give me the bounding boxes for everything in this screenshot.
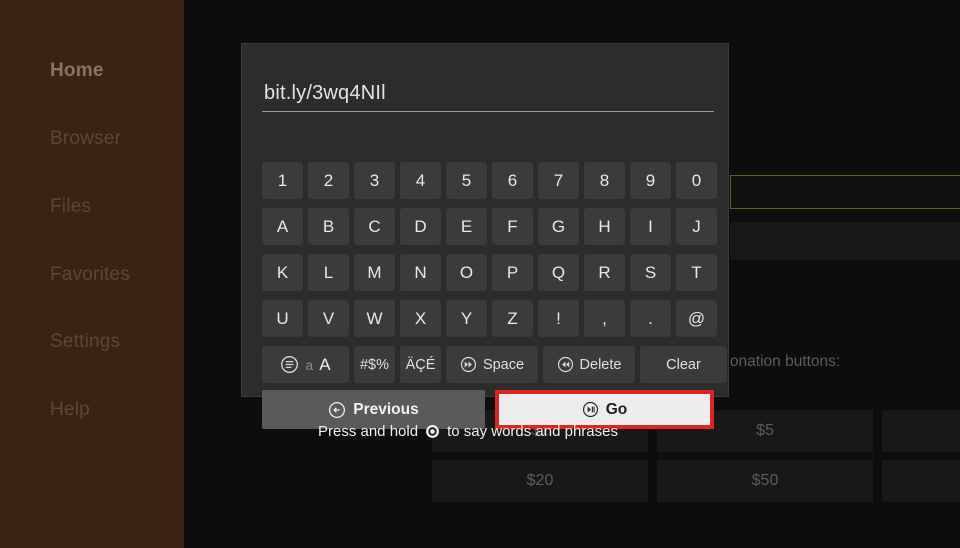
- key-symbols[interactable]: #$%: [354, 346, 395, 383]
- key-space-label: Space: [482, 356, 525, 373]
- key-accents[interactable]: ÄÇÉ: [400, 346, 441, 383]
- key-delete[interactable]: Delete: [543, 346, 635, 383]
- key-m[interactable]: M: [354, 254, 395, 291]
- key-at[interactable]: @: [676, 300, 717, 337]
- key-l[interactable]: L: [308, 254, 349, 291]
- sidebar: Home Browser Files Favorites Settings He…: [0, 0, 185, 548]
- donate-button[interactable]: $50: [657, 460, 873, 502]
- key-c[interactable]: C: [354, 208, 395, 245]
- key-b[interactable]: B: [308, 208, 349, 245]
- voice-hint-bar: Press and hold to say words and phrases: [248, 410, 688, 452]
- key-r[interactable]: R: [584, 254, 625, 291]
- key-a[interactable]: A: [262, 208, 303, 245]
- fast-forward-circle-icon: [460, 356, 477, 373]
- key-clear[interactable]: Clear: [640, 346, 727, 383]
- key-i[interactable]: I: [630, 208, 671, 245]
- key-q[interactable]: Q: [538, 254, 579, 291]
- key-u[interactable]: U: [262, 300, 303, 337]
- key-5[interactable]: 5: [446, 162, 487, 199]
- sidebar-item-files[interactable]: Files: [50, 196, 91, 218]
- voice-hint-text-before: Press and hold: [317, 422, 419, 440]
- sidebar-item-home[interactable]: Home: [50, 60, 104, 82]
- key-1[interactable]: 1: [262, 162, 303, 199]
- key-space[interactable]: Space: [446, 346, 538, 383]
- key-f[interactable]: F: [492, 208, 533, 245]
- keyboard-row-k-t: K L M N O P Q R S T: [262, 254, 717, 291]
- key-g[interactable]: G: [538, 208, 579, 245]
- key-9[interactable]: 9: [630, 162, 671, 199]
- key-o[interactable]: O: [446, 254, 487, 291]
- key-6[interactable]: 6: [492, 162, 533, 199]
- key-h[interactable]: H: [584, 208, 625, 245]
- menu-circle-icon: [280, 355, 299, 374]
- key-period[interactable]: .: [630, 300, 671, 337]
- key-p[interactable]: P: [492, 254, 533, 291]
- keyboard-row-a-j: A B C D E F G H I J: [262, 208, 717, 245]
- rewind-circle-icon: [557, 356, 574, 373]
- keyboard-row-functions: aA #$% ÄÇÉ Space Delete Clear: [262, 346, 727, 383]
- key-v[interactable]: V: [308, 300, 349, 337]
- keyboard-input-value: bit.ly/3wq4NIl: [264, 82, 386, 104]
- onscreen-keyboard-dialog: bit.ly/3wq4NIl 1 2 3 4 5 6 7 8 9 0 A B C…: [242, 44, 728, 429]
- key-0[interactable]: 0: [676, 162, 717, 199]
- keyboard-row-digits: 1 2 3 4 5 6 7 8 9 0: [262, 162, 717, 199]
- case-lower-label: a: [305, 356, 314, 373]
- key-k[interactable]: K: [262, 254, 303, 291]
- background-panel: [730, 222, 960, 260]
- key-delete-label: Delete: [579, 356, 622, 373]
- key-7[interactable]: 7: [538, 162, 579, 199]
- key-j[interactable]: J: [676, 208, 717, 245]
- sidebar-item-settings[interactable]: Settings: [50, 331, 120, 353]
- keyboard-row-u-punct: U V W X Y Z ! , . @: [262, 300, 717, 337]
- key-e[interactable]: E: [446, 208, 487, 245]
- keyboard-text-field[interactable]: bit.ly/3wq4NIl: [262, 70, 714, 112]
- key-d[interactable]: D: [400, 208, 441, 245]
- key-comma[interactable]: ,: [584, 300, 625, 337]
- key-2[interactable]: 2: [308, 162, 349, 199]
- key-s[interactable]: S: [630, 254, 671, 291]
- key-t[interactable]: T: [676, 254, 717, 291]
- voice-hint-text-after: to say words and phrases: [447, 422, 618, 440]
- key-z[interactable]: Z: [492, 300, 533, 337]
- case-upper-label: A: [319, 354, 331, 374]
- donate-button[interactable]: $10: [882, 410, 960, 452]
- sidebar-item-browser[interactable]: Browser: [50, 128, 121, 150]
- microphone-circle-icon: [425, 424, 440, 439]
- key-8[interactable]: 8: [584, 162, 625, 199]
- donate-button[interactable]: $100: [882, 460, 960, 502]
- key-4[interactable]: 4: [400, 162, 441, 199]
- key-exclaim[interactable]: !: [538, 300, 579, 337]
- key-n[interactable]: N: [400, 254, 441, 291]
- key-x[interactable]: X: [400, 300, 441, 337]
- sidebar-item-help[interactable]: Help: [50, 399, 90, 421]
- key-case-toggle[interactable]: aA: [262, 346, 349, 383]
- sidebar-item-favorites[interactable]: Favorites: [50, 264, 130, 286]
- key-w[interactable]: W: [354, 300, 395, 337]
- url-input-field[interactable]: [730, 175, 960, 209]
- key-y[interactable]: Y: [446, 300, 487, 337]
- key-3[interactable]: 3: [354, 162, 395, 199]
- donate-button[interactable]: $20: [432, 460, 648, 502]
